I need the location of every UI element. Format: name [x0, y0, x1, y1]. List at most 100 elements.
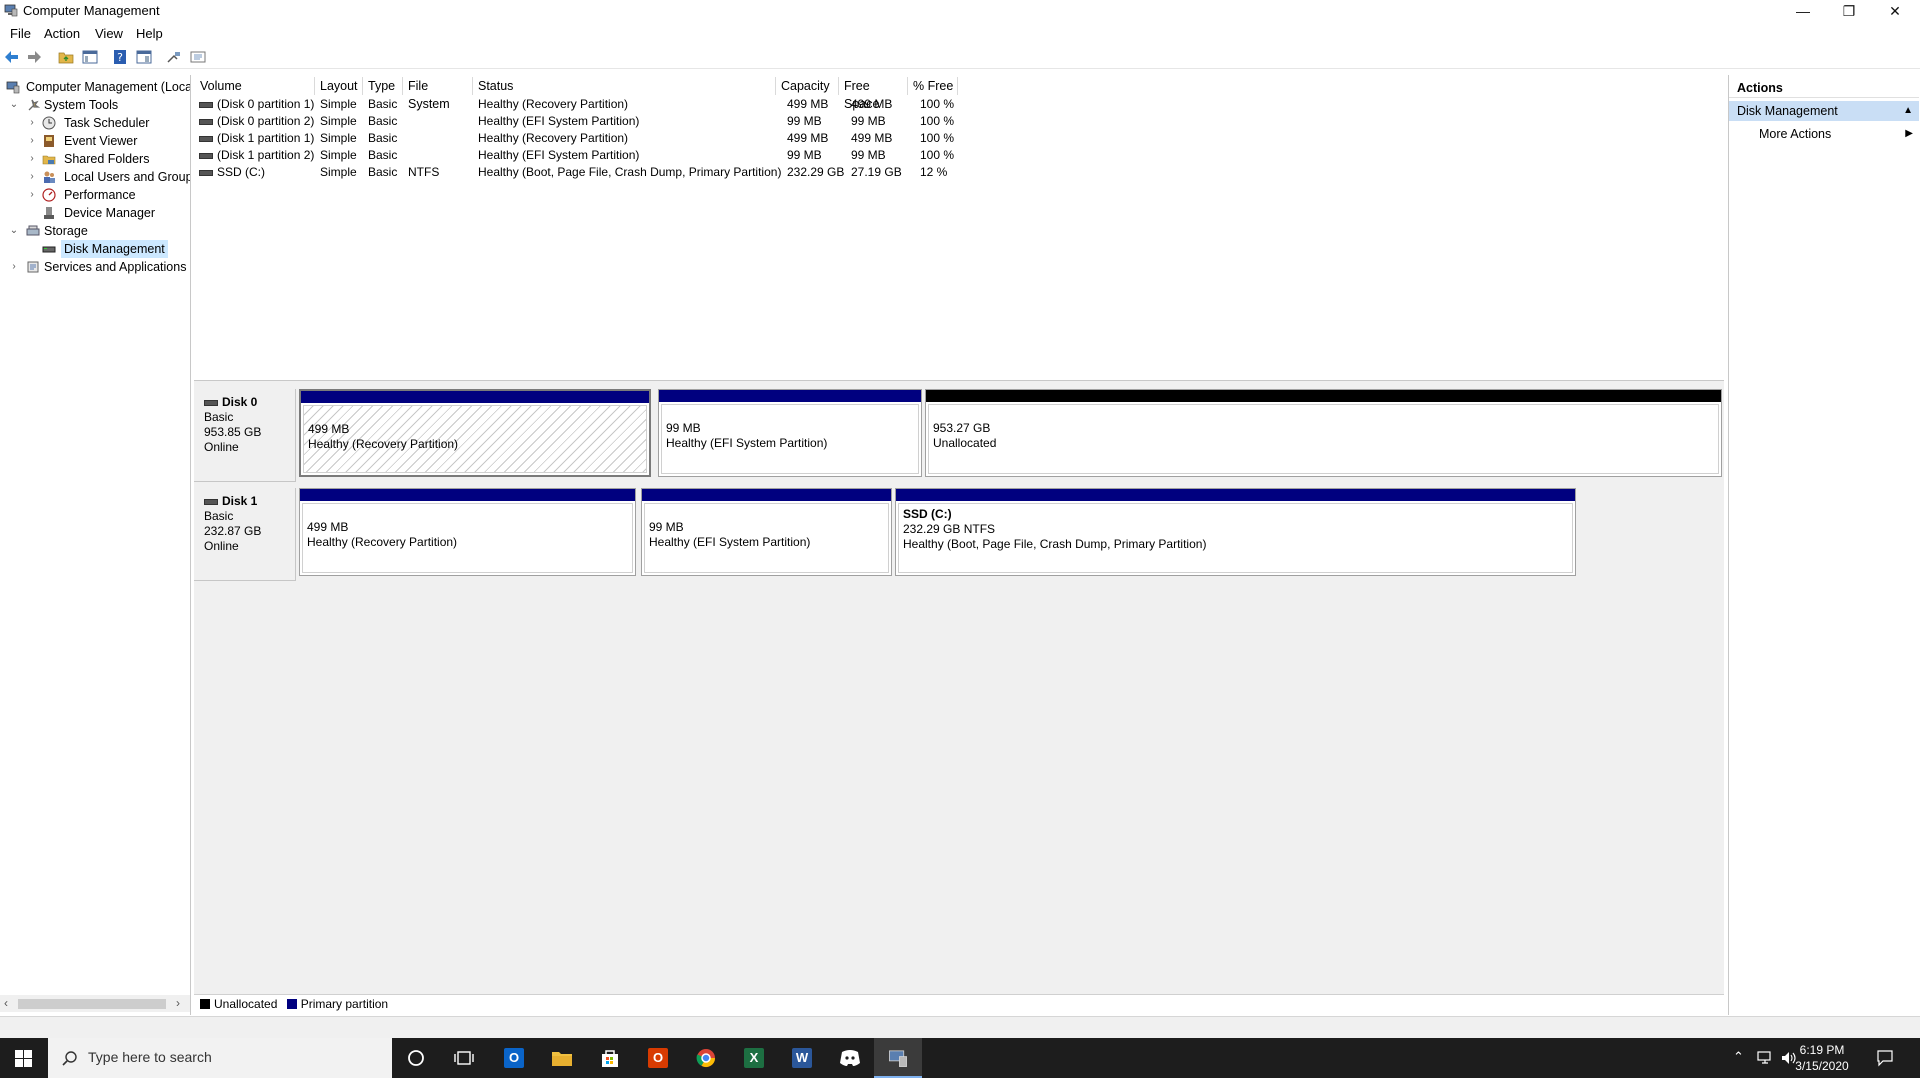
- type-cell: Basic: [368, 148, 398, 162]
- scrollbar-thumb[interactable]: [18, 999, 166, 1009]
- taskbar-discord[interactable]: [826, 1038, 874, 1078]
- close-button[interactable]: ✕: [1872, 0, 1918, 22]
- forward-arrow-icon[interactable]: [26, 49, 42, 65]
- disk-size: 953.85 GB: [204, 425, 262, 439]
- legend-label: Primary partition: [300, 997, 389, 1011]
- percent-free-cell: 100 %: [920, 148, 955, 162]
- taskbar-office[interactable]: O: [634, 1038, 682, 1078]
- partition-size: 499 MB: [307, 520, 349, 534]
- taskbar-chrome[interactable]: [682, 1038, 730, 1078]
- primary-swatch: [286, 999, 297, 1009]
- connect-icon[interactable]: [166, 49, 182, 65]
- taskbar-search-box[interactable]: Type here to search: [48, 1038, 392, 1078]
- partition-volume-name: SSD (C:): [903, 507, 952, 521]
- list-view-icon[interactable]: [190, 49, 206, 65]
- disk-state: Online: [204, 440, 239, 454]
- chevron-right-icon[interactable]: ›: [26, 114, 38, 132]
- taskbar-file-explorer[interactable]: [538, 1038, 586, 1078]
- chevron-right-icon[interactable]: ›: [26, 132, 38, 150]
- up-folder-icon[interactable]: [58, 49, 74, 65]
- excel-icon: X: [744, 1048, 764, 1068]
- chevron-down-icon[interactable]: ⌄: [8, 96, 20, 114]
- show-hide-tree-icon[interactable]: [82, 49, 98, 65]
- partition-disk0-unallocated[interactable]: 953.27 GB Unallocated: [925, 389, 1722, 477]
- partition-disk0-efi[interactable]: 99 MB Healthy (EFI System Partition): [658, 389, 922, 477]
- disk-label[interactable]: Disk 0 Basic 953.85 GB Online: [194, 389, 296, 482]
- column-header-file-system[interactable]: File System: [403, 77, 473, 111]
- collapse-up-icon[interactable]: ▲: [1903, 101, 1913, 121]
- column-header-status[interactable]: Status: [473, 77, 776, 95]
- partition-status: Healthy (EFI System Partition): [666, 436, 828, 450]
- properties-icon[interactable]: [136, 49, 152, 65]
- actions-header: Actions: [1729, 78, 1919, 98]
- tree-label: Shared Folders: [64, 152, 150, 166]
- taskbar-excel[interactable]: X: [730, 1038, 778, 1078]
- shared-folder-icon: [42, 155, 56, 165]
- taskbar-computer-management[interactable]: [874, 1038, 922, 1078]
- tree-label: Storage: [44, 224, 88, 238]
- taskbar-word[interactable]: W: [778, 1038, 826, 1078]
- column-header-percent-free[interactable]: % Free: [908, 77, 958, 95]
- type-cell: Basic: [368, 131, 398, 145]
- column-header-capacity[interactable]: Capacity: [776, 77, 839, 95]
- network-icon[interactable]: [1756, 1050, 1774, 1066]
- table-row[interactable]: (Disk 1 partition 2) Simple Basic Health…: [195, 147, 1395, 164]
- table-row[interactable]: SSD (C:) Simple Basic NTFS Healthy (Boot…: [195, 164, 1395, 181]
- chevron-right-icon[interactable]: ›: [26, 168, 38, 186]
- table-row[interactable]: (Disk 1 partition 1) Simple Basic Health…: [195, 130, 1395, 147]
- column-header-type[interactable]: Type: [363, 77, 403, 95]
- tree-label: Task Scheduler: [64, 116, 150, 130]
- column-header-volume[interactable]: Volume: [195, 77, 315, 95]
- show-hidden-icons-chevron-icon[interactable]: ⌃: [1733, 1049, 1744, 1065]
- table-row[interactable]: (Disk 0 partition 1) Simple Basic Health…: [195, 96, 1395, 113]
- taskbar-outlook[interactable]: O: [490, 1038, 538, 1078]
- partition-disk1-ssd-c[interactable]: SSD (C:) 232.29 GB NTFS Healthy (Boot, P…: [895, 488, 1576, 576]
- section-label: Disk Management: [1737, 104, 1838, 118]
- partition-disk1-efi[interactable]: 99 MB Healthy (EFI System Partition): [641, 488, 892, 576]
- menu-file[interactable]: File: [10, 26, 31, 41]
- cortana-button[interactable]: [392, 1038, 440, 1078]
- menu-action[interactable]: Action: [44, 26, 80, 41]
- minimize-button[interactable]: —: [1780, 0, 1826, 22]
- free-space-cell: 499 MB: [851, 97, 893, 111]
- menu-help[interactable]: Help: [136, 26, 163, 41]
- disk-type: Basic: [204, 410, 234, 424]
- task-view-button[interactable]: [440, 1038, 488, 1078]
- chevron-right-icon[interactable]: ›: [26, 186, 38, 204]
- toolbar: ?: [0, 46, 1920, 69]
- table-row[interactable]: (Disk 0 partition 2) Simple Basic Health…: [195, 113, 1395, 130]
- layout-cell: Simple: [320, 131, 357, 145]
- partition-size: 953.27 GB: [933, 421, 991, 435]
- disk-management-icon: [42, 246, 56, 253]
- taskbar: Type here to search O O X W ⌃ 6:19 PM 3/…: [0, 1038, 1920, 1078]
- back-arrow-icon[interactable]: [4, 49, 20, 65]
- disk-label[interactable]: Disk 1 Basic 232.87 GB Online: [194, 488, 296, 581]
- partition-size: 99 MB: [666, 421, 701, 435]
- actions-section-disk-management[interactable]: Disk Management ▲: [1729, 101, 1919, 121]
- menu-view[interactable]: View: [95, 26, 123, 41]
- notification-center-icon[interactable]: [1876, 1049, 1894, 1067]
- start-button[interactable]: [0, 1038, 48, 1078]
- store-bag-icon: [602, 1050, 618, 1067]
- chevron-down-icon[interactable]: ⌄: [8, 222, 20, 240]
- primary-partition-bar: [896, 489, 1575, 501]
- chevron-right-icon[interactable]: ›: [8, 258, 20, 276]
- taskbar-clock[interactable]: 6:19 PM 3/15/2020: [1782, 1042, 1862, 1074]
- scroll-right-icon[interactable]: ›: [176, 996, 180, 1010]
- volume-list: Volume Layout Type File System Status Ca…: [195, 77, 1725, 377]
- scroll-left-icon[interactable]: ‹: [4, 996, 8, 1010]
- partition-disk0-recovery[interactable]: 499 MB Healthy (Recovery Partition): [299, 389, 651, 477]
- tree-horizontal-scrollbar[interactable]: ‹ ›: [0, 995, 190, 1012]
- restore-button[interactable]: ❐: [1826, 0, 1872, 22]
- help-icon[interactable]: ?: [112, 49, 128, 65]
- status-cell: Healthy (Boot, Page File, Crash Dump, Pr…: [478, 165, 782, 179]
- column-header-layout[interactable]: Layout: [315, 77, 363, 95]
- taskbar-store[interactable]: [586, 1038, 634, 1078]
- partition-disk1-recovery[interactable]: 499 MB Healthy (Recovery Partition): [299, 488, 636, 576]
- actions-pane: Actions Disk Management ▲ More Actions ▶: [1728, 75, 1920, 1015]
- more-actions-item[interactable]: More Actions ▶: [1729, 124, 1919, 144]
- column-header-free-space[interactable]: Free Space: [839, 77, 908, 111]
- chevron-right-icon[interactable]: ›: [26, 150, 38, 168]
- task-view-icon: [454, 1051, 474, 1065]
- clock-icon: [42, 116, 56, 130]
